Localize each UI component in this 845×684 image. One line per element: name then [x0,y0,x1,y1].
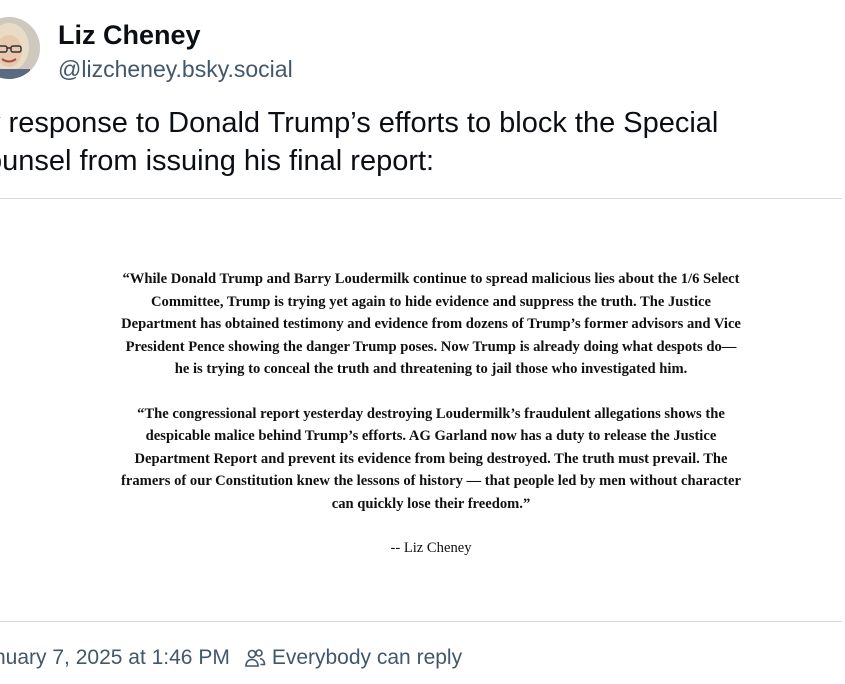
statement-line: Department has obtained testimony and ev… [121,316,741,332]
post-timestamp[interactable]: nuary 7, 2025 at 1:46 PM [0,646,230,670]
statement-line: he is trying to conceal the truth and th… [174,361,688,377]
statement-signature: -- Liz Cheney [390,540,472,556]
post-text: y response to Donald Trump’s efforts to … [0,104,826,180]
statement-line: Department Report and prevent its eviden… [134,450,728,467]
statement-line: Committee, Trump is trying yet again to … [151,293,711,310]
reply-setting[interactable]: Everybody can reply [272,646,462,670]
statement-line: can quickly lose their freedom.” [331,495,531,512]
statement-paragraph: “The congressional report yesterday dest… [86,403,776,516]
post-meta: nuary 7, 2025 at 1:46 PM Everybody can r… [0,646,462,670]
statement-paragraph: “While Donald Trump and Barry Loudermilk… [86,268,776,381]
author-display-name[interactable]: Liz Cheney [58,20,201,51]
avatar[interactable] [0,17,40,79]
post-text-line: y response to Donald Trump’s efforts to … [0,107,719,139]
post-text-line: ounsel from issuing his final report: [0,145,435,177]
statement-text: “While Donald Trump and Barry Loudermilk… [86,268,776,560]
avatar-photo-icon [0,17,40,79]
statement-line: President Pence showing the danger Trump… [125,338,737,355]
people-icon [244,647,266,669]
statement-line: “The congressional report yesterday dest… [137,405,725,422]
author-handle[interactable]: @lizcheney.bsky.social [58,56,293,83]
statement-line: framers of our Constitution knew the les… [121,473,741,489]
statement-line: despicable malice behind Trump’s efforts… [145,428,717,444]
statement-line: “While Donald Trump and Barry Loudermilk… [122,271,740,287]
